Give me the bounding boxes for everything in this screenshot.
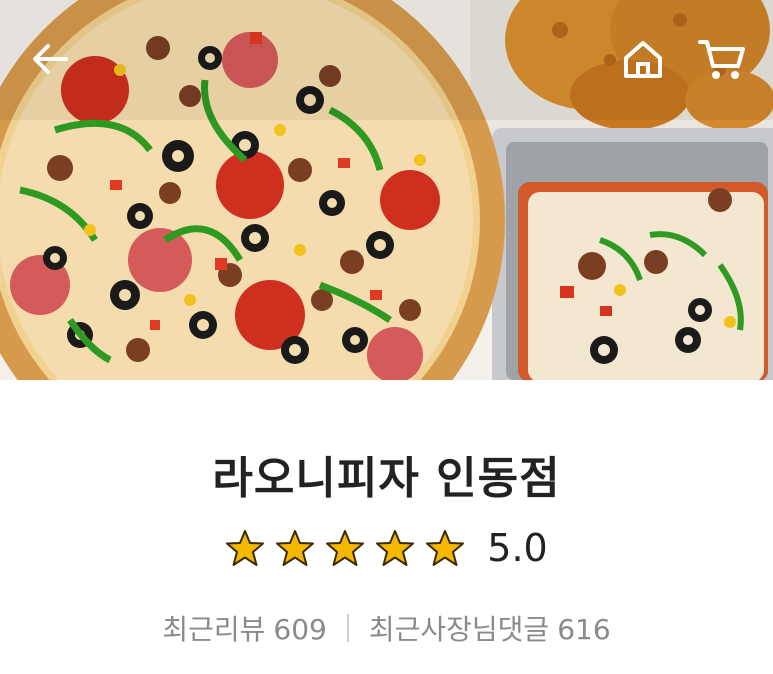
recent-reviews-link[interactable]: 최근리뷰 609 xyxy=(162,608,327,648)
recent-reviews-label: 최근리뷰 xyxy=(162,613,266,646)
divider xyxy=(346,614,349,642)
arrow-left-icon xyxy=(33,44,68,74)
recent-reviews-count: 609 xyxy=(273,613,327,646)
back-button[interactable] xyxy=(26,34,76,84)
rating-stars xyxy=(225,528,465,568)
star-icon xyxy=(225,528,265,568)
home-button[interactable] xyxy=(618,34,668,84)
star-icon xyxy=(425,528,465,568)
store-info-panel: 라오니피자 인동점 5.0 최근리뷰 609 최근사장님댓글 616 xyxy=(0,380,773,674)
home-icon xyxy=(624,41,662,78)
star-icon xyxy=(325,528,365,568)
rating-value: 5.0 xyxy=(487,526,548,570)
star-icon xyxy=(375,528,415,568)
star-icon xyxy=(275,528,315,568)
cart-icon xyxy=(698,40,745,79)
cart-button[interactable] xyxy=(694,34,750,84)
review-stats: 최근리뷰 609 최근사장님댓글 616 xyxy=(0,608,773,648)
owner-replies-link[interactable]: 최근사장님댓글 616 xyxy=(369,608,611,648)
owner-replies-count: 616 xyxy=(557,613,611,646)
rating-row[interactable]: 5.0 xyxy=(0,526,773,570)
store-name: 라오니피자 인동점 xyxy=(212,453,561,504)
owner-replies-label: 최근사장님댓글 xyxy=(368,613,550,646)
